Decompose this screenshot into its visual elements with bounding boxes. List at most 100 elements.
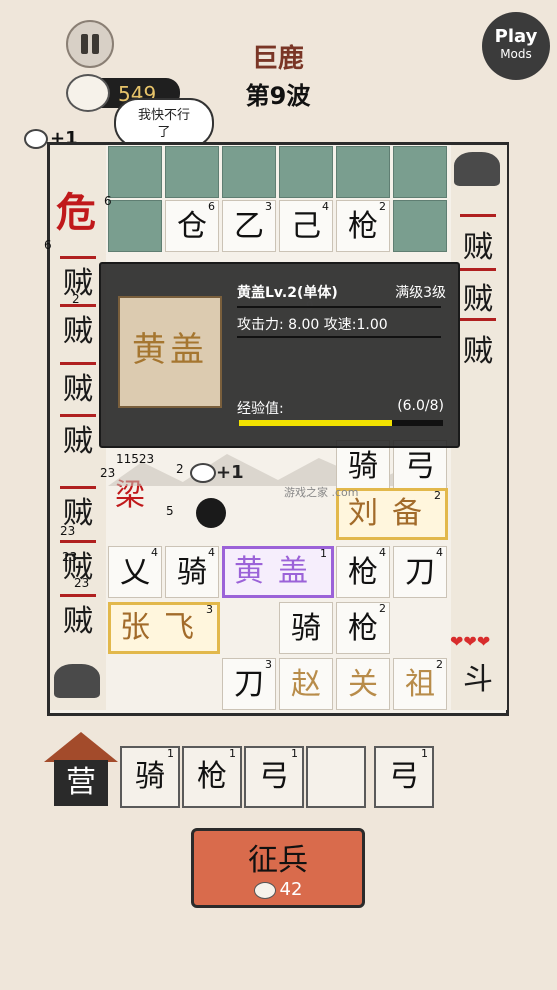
board-cell[interactable]: [336, 146, 390, 198]
recruit-button[interactable]: 征兵 42: [191, 828, 365, 908]
barracks-slot[interactable]: 枪1: [182, 746, 242, 808]
damage-number: 23: [100, 466, 116, 480]
unit-glyph: 骑: [177, 555, 207, 590]
unit-level: 2: [436, 658, 443, 671]
play-mods-label: Play: [494, 26, 538, 47]
damage-number: 2: [176, 462, 184, 476]
unit-level: 2: [379, 200, 386, 213]
speech-line2: 了: [157, 125, 171, 140]
right-lane-unit: 斗: [463, 662, 493, 697]
hero-guan-yu[interactable]: 关: [336, 658, 390, 710]
board-cell[interactable]: [279, 146, 333, 198]
damage-number: 23: [60, 524, 76, 538]
unit-glyph: 骑: [348, 449, 378, 484]
soldier-unit[interactable]: 刀4: [393, 546, 447, 598]
soldier-unit[interactable]: 仓6: [165, 200, 219, 252]
soldier-unit[interactable]: 枪4: [336, 546, 390, 598]
enemy-bandit: 贼: [63, 424, 93, 459]
exp-value: (6.0/8): [397, 398, 444, 414]
unit-stats: 攻击力: 8.00 攻速:1.00: [237, 314, 388, 334]
enemy-hp-bar: [60, 594, 96, 597]
hero-huang-gai[interactable]: 黄盖 1: [222, 546, 334, 598]
barracks: 营: [44, 732, 118, 808]
slot-level: 1: [167, 747, 174, 760]
board-cell[interactable]: [393, 146, 447, 198]
hero-name: 张飞: [120, 610, 208, 645]
rock-icon: [54, 664, 100, 698]
board-cell[interactable]: [108, 146, 162, 198]
hero-level: 3: [206, 603, 213, 616]
unit-glyph: 弓: [405, 449, 435, 484]
unit-glyph: 己: [291, 209, 321, 244]
soldier-unit[interactable]: 刀3: [222, 658, 276, 710]
hero-zhao-yun[interactable]: 赵: [279, 658, 333, 710]
max-level: 满级3级: [395, 285, 446, 301]
soldier-unit[interactable]: 骑4: [165, 546, 219, 598]
recruit-cost: 42: [194, 879, 362, 900]
unit-level: 6: [208, 200, 215, 213]
board-cell[interactable]: [222, 146, 276, 198]
hero-glyph: 祖: [405, 667, 435, 702]
danger-badge: 危: [56, 189, 96, 236]
boss-name: 巨鹿: [251, 44, 304, 74]
enemy-hp-bar: [460, 268, 496, 271]
unit-glyph: 刀: [234, 667, 264, 702]
popup-title: 黄盖Lv.2(单体): [237, 285, 338, 301]
enemy-hp-bar: [60, 486, 96, 489]
recruit-cost-value: 42: [279, 879, 303, 900]
slot-unit: 弓: [389, 759, 419, 794]
speech-line1: 我快不行: [137, 108, 190, 123]
pause-button[interactable]: [66, 20, 114, 68]
pause-icon: [81, 34, 88, 54]
slot-unit: 骑: [135, 759, 165, 794]
rock-icon: [454, 152, 500, 186]
soldier-unit[interactable]: 乂4: [108, 546, 162, 598]
exp-bar-fill: [239, 420, 392, 426]
pause-icon-bar: [92, 34, 99, 54]
unit-glyph: 刀: [405, 555, 435, 590]
steamed-bun-icon: [190, 463, 216, 483]
play-mods-button[interactable]: Play Mods: [482, 12, 550, 80]
soldier-unit[interactable]: 枪2: [336, 200, 390, 252]
unit-glyph: 乙: [234, 209, 264, 244]
soldier-unit[interactable]: 骑: [279, 602, 333, 654]
barracks-slot[interactable]: 弓1: [244, 746, 304, 808]
unit-glyph: 枪: [348, 611, 378, 646]
unit-level: 3: [265, 200, 272, 213]
enemy-bandit: 贼: [63, 604, 93, 639]
barracks-slot[interactable]: 弓1: [374, 746, 434, 808]
unit-glyph: 仓: [177, 209, 207, 244]
barracks-slot[interactable]: [306, 746, 366, 808]
board-cell[interactable]: [393, 200, 447, 252]
barracks-slot[interactable]: 骑1: [120, 746, 180, 808]
enemy-hp-bar: [60, 362, 96, 365]
hero-zu[interactable]: 祖2: [393, 658, 447, 710]
slot-level: 1: [291, 747, 298, 760]
hero-glyph: 关: [348, 667, 378, 702]
enemy-bandit: 贼: [63, 314, 93, 349]
enemy-bandit: 贼: [463, 230, 493, 265]
soldier-unit[interactable]: 乙3: [222, 200, 276, 252]
unit-level: 4: [379, 546, 386, 559]
unit-level: 4: [322, 200, 329, 213]
income-popup: +1: [190, 462, 244, 483]
damage-number: 6: [104, 194, 112, 208]
hero-name: 黄盖: [234, 554, 322, 589]
board-cell[interactable]: [108, 200, 162, 252]
hero-portrait: 黄盖: [118, 296, 222, 408]
damage-number: 5: [166, 504, 174, 518]
enemy-hp-bar: [60, 256, 96, 259]
board-cell[interactable]: [165, 146, 219, 198]
unit-info-popup[interactable]: 黄盖 黄盖Lv.2(单体) 满级3级 攻击力: 8.00 攻速:1.00 经验值…: [99, 262, 460, 448]
divider: [237, 336, 441, 338]
speech-bubble: 我快不行 了: [114, 98, 214, 148]
soldier-unit[interactable]: 枪2: [336, 602, 390, 654]
hero-zhang-fei[interactable]: 张飞 3: [108, 602, 220, 654]
ink-splash: [196, 498, 226, 528]
slot-unit: 弓: [259, 759, 289, 794]
damage-number: 23: [74, 576, 90, 590]
soldier-unit[interactable]: 己4: [279, 200, 333, 252]
steamed-bun-icon: [253, 881, 276, 899]
attack-value: 8.00: [288, 317, 320, 333]
unit-level: 2: [379, 602, 386, 615]
